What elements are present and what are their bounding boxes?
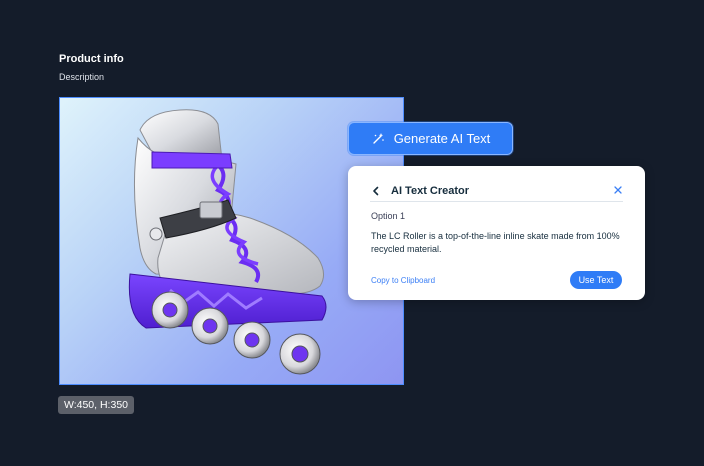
section-title: Product info <box>59 53 124 65</box>
section-subtitle: Description <box>59 72 105 82</box>
panel-divider <box>370 201 623 202</box>
panel-header: AI Text Creator <box>370 180 623 202</box>
magic-wand-icon <box>371 132 385 146</box>
generated-text: The LC Roller is a top-of-the-line inlin… <box>371 231 620 254</box>
generate-ai-text-button[interactable]: Generate AI Text <box>348 122 513 155</box>
copy-to-clipboard-link[interactable]: Copy to Clipboard <box>371 276 435 285</box>
image-dimensions-badge: W:450, H:350 <box>58 396 134 414</box>
ai-text-creator-panel: AI Text Creator Option 1 The LC Roller i… <box>348 166 645 300</box>
chevron-left-icon[interactable] <box>370 185 382 197</box>
generate-button-label: Generate AI Text <box>393 131 491 146</box>
use-text-button[interactable]: Use Text <box>570 271 622 289</box>
close-icon[interactable] <box>613 185 623 195</box>
option-label: Option 1 <box>371 211 406 221</box>
panel-title: AI Text Creator <box>391 185 470 197</box>
